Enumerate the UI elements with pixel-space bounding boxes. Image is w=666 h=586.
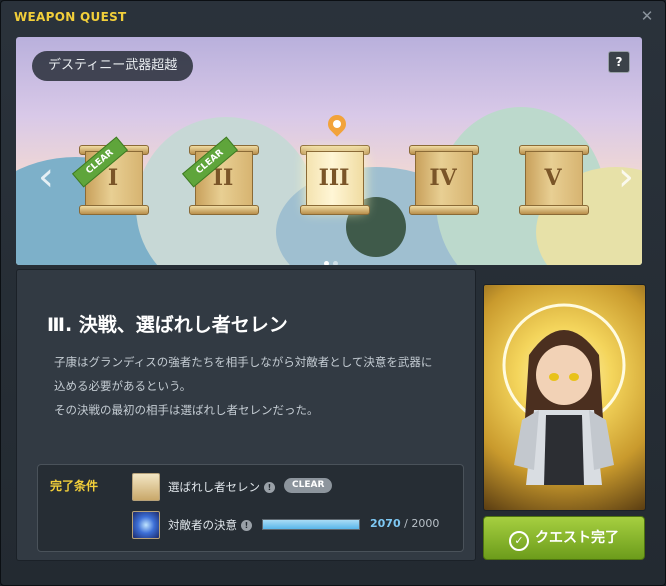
stage-name-label: デスティニー武器超越 xyxy=(32,51,194,81)
character-illustration xyxy=(502,303,626,485)
description-line: 子康はグランディスの強者たちを相手しながら対敵者として決意を武器に xyxy=(54,355,433,369)
chapter-numeral: V xyxy=(544,165,562,191)
chapter-scroll-2[interactable]: II CLEAR xyxy=(181,136,259,215)
determination-icon xyxy=(132,511,160,539)
scroll-rod xyxy=(300,205,370,215)
close-icon[interactable]: ✕ xyxy=(639,8,655,24)
condition-text: 対敵者の決意! xyxy=(168,517,252,533)
condition-name: 対敵者の決意 xyxy=(168,518,237,532)
progress-bar xyxy=(262,519,360,530)
page-indicator xyxy=(322,251,340,265)
completion-conditions: 完了条件 選ばれし者セレン! CLEAR 対敵者の決意! 2070 / 2000 xyxy=(37,464,464,552)
page-dot[interactable] xyxy=(333,261,338,265)
description-line: 込める必要があるという。 xyxy=(54,379,192,393)
progress-total: 2000 xyxy=(411,517,440,530)
info-icon[interactable]: ! xyxy=(241,520,252,531)
weapon-quest-window: WEAPON QUEST ✕ デスティニー武器超越 ? ‹ › I CLEAR … xyxy=(0,0,666,586)
chapter-banner: デスティニー武器超越 ? ‹ › I CLEAR II CLEAR III IV… xyxy=(16,37,642,265)
chapter-scroll-1[interactable]: I CLEAR xyxy=(71,136,149,215)
progress-fill xyxy=(263,520,359,529)
complete-quest-button[interactable]: ✓ クエスト完了 xyxy=(483,516,645,560)
clear-badge: CLEAR xyxy=(284,478,333,493)
boss-portrait xyxy=(483,284,646,511)
quest-title: Ⅲ. 決戦、選ばれし者セレン xyxy=(47,314,288,336)
chapter-scroll-5[interactable]: V xyxy=(519,145,589,215)
description-line: その決戦の最初の相手は選ばれし者セレンだった。 xyxy=(54,403,319,417)
complete-label: クエスト完了 xyxy=(535,530,619,546)
scroll-rod xyxy=(519,205,589,215)
progress-current: 2070 xyxy=(370,517,401,530)
next-arrow-icon[interactable]: › xyxy=(618,152,634,202)
scroll-rod xyxy=(79,205,149,215)
progress-separator: / xyxy=(404,517,408,530)
location-pin-icon xyxy=(324,111,350,137)
condition-text: 選ばれし者セレン! xyxy=(168,479,275,495)
quest-info-panel: Ⅲ. 決戦、選ばれし者セレン 子康はグランディスの強者たちを相手しながら対敵者と… xyxy=(16,269,476,561)
chapter-numeral: III xyxy=(318,165,350,191)
chapter-scroll-4[interactable]: IV xyxy=(409,145,479,215)
conditions-label: 完了条件 xyxy=(50,479,99,493)
page-dot[interactable] xyxy=(324,261,329,265)
condition-name: 選ばれし者セレン xyxy=(168,480,260,494)
window-title: WEAPON QUEST xyxy=(14,10,127,24)
prev-arrow-icon[interactable]: ‹ xyxy=(38,152,54,202)
quest-description: 子康はグランディスの強者たちを相手しながら対敵者として決意を武器に 込める必要が… xyxy=(54,350,454,422)
help-button[interactable]: ? xyxy=(608,51,630,73)
scroll-rod xyxy=(189,205,259,215)
scroll-rod xyxy=(409,205,479,215)
check-icon: ✓ xyxy=(509,531,529,551)
title-bar[interactable]: WEAPON QUEST ✕ xyxy=(1,1,665,33)
chapter-scroll-3[interactable]: III xyxy=(300,145,370,215)
info-icon[interactable]: ! xyxy=(264,482,275,493)
progress-text: 2070 / 2000 xyxy=(370,517,439,530)
chapter-numeral: IV xyxy=(429,165,457,191)
boss-portrait-icon xyxy=(132,473,160,501)
